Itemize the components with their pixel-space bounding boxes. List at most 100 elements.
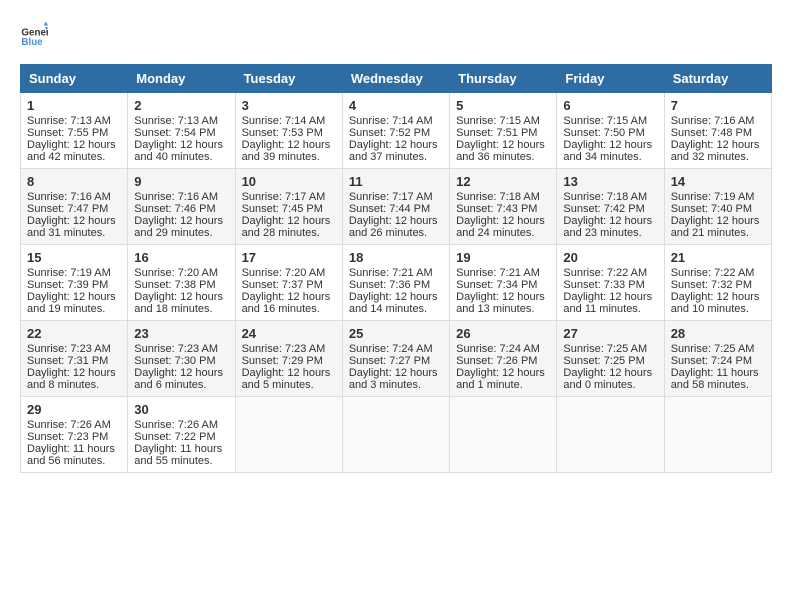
day-number: 17 [242, 250, 336, 265]
calendar-cell: 5Sunrise: 7:15 AMSunset: 7:51 PMDaylight… [450, 93, 557, 169]
calendar-cell: 11Sunrise: 7:17 AMSunset: 7:44 PMDayligh… [342, 169, 449, 245]
calendar-cell [235, 397, 342, 473]
day-info-line: Sunrise: 7:21 AM [456, 267, 550, 279]
day-info-line: Daylight: 12 hours [27, 367, 121, 379]
day-info-line: Sunrise: 7:25 AM [671, 343, 765, 355]
day-info-line: Sunset: 7:31 PM [27, 355, 121, 367]
calendar-cell [342, 397, 449, 473]
calendar-cell: 23Sunrise: 7:23 AMSunset: 7:30 PMDayligh… [128, 321, 235, 397]
day-info-line: Daylight: 12 hours [134, 215, 228, 227]
calendar-week-5: 29Sunrise: 7:26 AMSunset: 7:23 PMDayligh… [21, 397, 772, 473]
calendar-cell: 15Sunrise: 7:19 AMSunset: 7:39 PMDayligh… [21, 245, 128, 321]
day-info-line: Sunset: 7:24 PM [671, 355, 765, 367]
calendar-cell: 18Sunrise: 7:21 AMSunset: 7:36 PMDayligh… [342, 245, 449, 321]
day-info-line: and 23 minutes. [563, 227, 657, 239]
day-info-line: and 16 minutes. [242, 303, 336, 315]
logo: General Blue [20, 20, 52, 48]
day-number: 14 [671, 174, 765, 189]
day-info-line: Daylight: 12 hours [349, 215, 443, 227]
day-number: 13 [563, 174, 657, 189]
day-info-line: and 37 minutes. [349, 151, 443, 163]
day-info-line: Daylight: 12 hours [563, 367, 657, 379]
day-info-line: and 3 minutes. [349, 379, 443, 391]
day-number: 15 [27, 250, 121, 265]
day-info-line: Sunset: 7:27 PM [349, 355, 443, 367]
day-info-line: Sunset: 7:22 PM [134, 431, 228, 443]
day-info-line: and 58 minutes. [671, 379, 765, 391]
day-info-line: Sunset: 7:48 PM [671, 127, 765, 139]
calendar-cell: 25Sunrise: 7:24 AMSunset: 7:27 PMDayligh… [342, 321, 449, 397]
calendar-cell: 21Sunrise: 7:22 AMSunset: 7:32 PMDayligh… [664, 245, 771, 321]
day-number: 24 [242, 326, 336, 341]
header-monday: Monday [128, 65, 235, 93]
day-info-line: and 56 minutes. [27, 455, 121, 467]
day-info-line: Sunrise: 7:13 AM [27, 115, 121, 127]
day-info-line: Sunrise: 7:23 AM [134, 343, 228, 355]
day-info-line: Daylight: 12 hours [27, 215, 121, 227]
calendar-cell: 22Sunrise: 7:23 AMSunset: 7:31 PMDayligh… [21, 321, 128, 397]
calendar-cell: 4Sunrise: 7:14 AMSunset: 7:52 PMDaylight… [342, 93, 449, 169]
header-tuesday: Tuesday [235, 65, 342, 93]
calendar-week-3: 15Sunrise: 7:19 AMSunset: 7:39 PMDayligh… [21, 245, 772, 321]
day-info-line: Sunrise: 7:26 AM [134, 419, 228, 431]
day-number: 21 [671, 250, 765, 265]
calendar-week-4: 22Sunrise: 7:23 AMSunset: 7:31 PMDayligh… [21, 321, 772, 397]
day-info-line: Sunset: 7:38 PM [134, 279, 228, 291]
day-info-line: Sunset: 7:40 PM [671, 203, 765, 215]
day-info-line: Sunset: 7:25 PM [563, 355, 657, 367]
day-info-line: and 32 minutes. [671, 151, 765, 163]
day-info-line: Daylight: 12 hours [671, 215, 765, 227]
day-number: 23 [134, 326, 228, 341]
day-info-line: Daylight: 12 hours [563, 139, 657, 151]
calendar-cell: 10Sunrise: 7:17 AMSunset: 7:45 PMDayligh… [235, 169, 342, 245]
day-info-line: Sunrise: 7:20 AM [134, 267, 228, 279]
day-info-line: Sunset: 7:55 PM [27, 127, 121, 139]
calendar-cell: 13Sunrise: 7:18 AMSunset: 7:42 PMDayligh… [557, 169, 664, 245]
day-info-line: and 36 minutes. [456, 151, 550, 163]
day-number: 10 [242, 174, 336, 189]
day-info-line: Sunset: 7:42 PM [563, 203, 657, 215]
day-number: 7 [671, 98, 765, 113]
day-info-line: Sunset: 7:23 PM [27, 431, 121, 443]
day-info-line: Sunrise: 7:25 AM [563, 343, 657, 355]
calendar-cell: 7Sunrise: 7:16 AMSunset: 7:48 PMDaylight… [664, 93, 771, 169]
calendar-body: 1Sunrise: 7:13 AMSunset: 7:55 PMDaylight… [21, 93, 772, 473]
day-number: 6 [563, 98, 657, 113]
day-info-line: Daylight: 12 hours [671, 291, 765, 303]
day-info-line: Daylight: 12 hours [134, 139, 228, 151]
day-info-line: Sunset: 7:29 PM [242, 355, 336, 367]
day-info-line: Sunset: 7:54 PM [134, 127, 228, 139]
day-info-line: Daylight: 12 hours [27, 291, 121, 303]
calendar-cell: 26Sunrise: 7:24 AMSunset: 7:26 PMDayligh… [450, 321, 557, 397]
calendar-cell: 27Sunrise: 7:25 AMSunset: 7:25 PMDayligh… [557, 321, 664, 397]
day-info-line: Sunset: 7:53 PM [242, 127, 336, 139]
day-info-line: and 24 minutes. [456, 227, 550, 239]
day-info-line: Sunrise: 7:17 AM [349, 191, 443, 203]
day-info-line: Daylight: 12 hours [134, 367, 228, 379]
day-info-line: Sunrise: 7:15 AM [563, 115, 657, 127]
day-number: 20 [563, 250, 657, 265]
day-number: 25 [349, 326, 443, 341]
day-info-line: Daylight: 12 hours [242, 367, 336, 379]
day-info-line: Sunrise: 7:15 AM [456, 115, 550, 127]
calendar-cell [664, 397, 771, 473]
day-info-line: and 5 minutes. [242, 379, 336, 391]
header-wednesday: Wednesday [342, 65, 449, 93]
day-number: 30 [134, 402, 228, 417]
day-number: 5 [456, 98, 550, 113]
day-info-line: Daylight: 12 hours [456, 139, 550, 151]
day-number: 4 [349, 98, 443, 113]
day-info-line: Sunrise: 7:26 AM [27, 419, 121, 431]
calendar-cell: 9Sunrise: 7:16 AMSunset: 7:46 PMDaylight… [128, 169, 235, 245]
calendar-week-2: 8Sunrise: 7:16 AMSunset: 7:47 PMDaylight… [21, 169, 772, 245]
day-info-line: Daylight: 11 hours [671, 367, 765, 379]
day-info-line: Daylight: 12 hours [242, 291, 336, 303]
day-info-line: Sunset: 7:36 PM [349, 279, 443, 291]
day-info-line: Sunset: 7:43 PM [456, 203, 550, 215]
day-info-line: Sunrise: 7:23 AM [242, 343, 336, 355]
day-info-line: Sunrise: 7:16 AM [27, 191, 121, 203]
day-info-line: and 10 minutes. [671, 303, 765, 315]
day-info-line: Sunrise: 7:20 AM [242, 267, 336, 279]
day-info-line: and 0 minutes. [563, 379, 657, 391]
day-info-line: and 14 minutes. [349, 303, 443, 315]
